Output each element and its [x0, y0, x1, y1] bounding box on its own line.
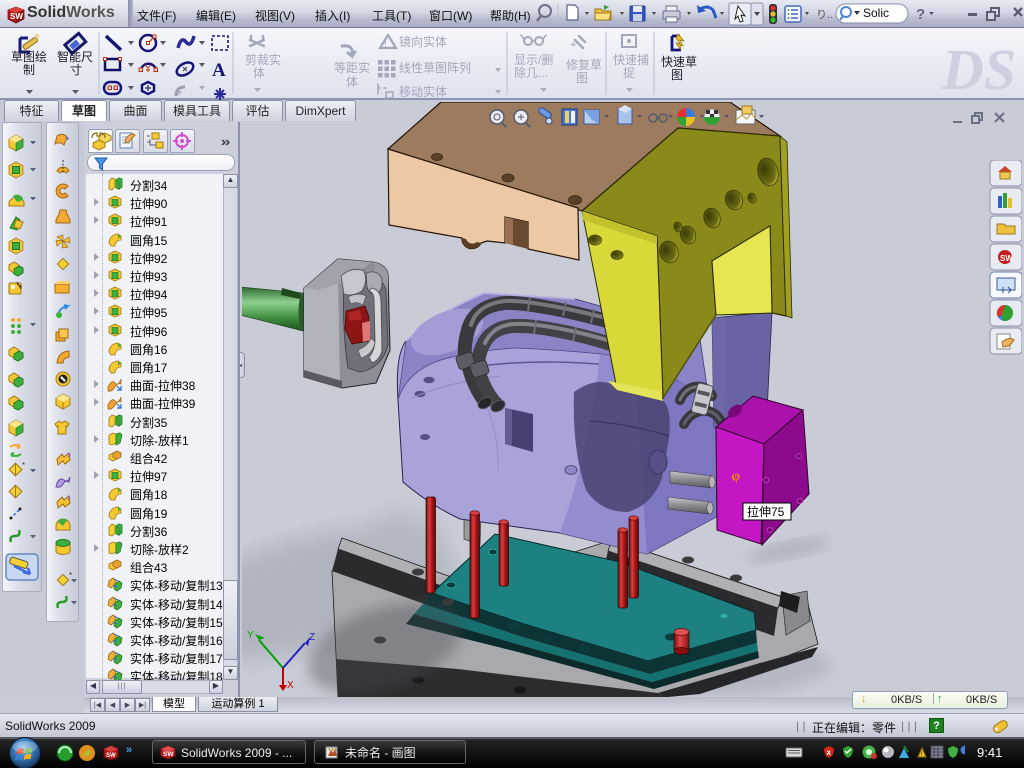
svg-text:SW: SW [10, 12, 23, 21]
svg-text:体: 体 [253, 66, 265, 80]
svg-text:+: + [570, 39, 576, 51]
svg-text:x: x [827, 748, 832, 757]
svg-text:快速捕: 快速捕 [613, 52, 649, 67]
svg-text:*: * [22, 461, 25, 470]
svg-text:SW: SW [1000, 254, 1013, 263]
svg-text:»: » [126, 744, 132, 756]
svg-text:拉伸75: 拉伸75 [747, 504, 785, 519]
svg-text:快速草: 快速草 [661, 55, 697, 69]
svg-text:A: A [212, 60, 226, 81]
svg-text:!: ! [921, 751, 923, 758]
svg-text:智能尺: 智能尺 [57, 49, 93, 64]
svg-text:SW: SW [106, 753, 116, 759]
svg-text:Z: Z [309, 632, 315, 643]
svg-text:显示/删: 显示/删 [514, 53, 553, 67]
svg-text:镜向实体: 镜向实体 [399, 34, 447, 49]
svg-text:!: ! [384, 39, 387, 50]
svg-text:线性草图阵列: 线性草图阵列 [399, 61, 471, 75]
svg-text:移动实体: 移动实体 [399, 84, 447, 99]
svg-text:制: 制 [23, 63, 35, 77]
svg-text:图: 图 [576, 71, 588, 85]
svg-text:除几...: 除几... [514, 65, 548, 80]
svg-text:り..: り.. [816, 8, 833, 21]
svg-text:Solic: Solic [863, 6, 889, 20]
svg-text:?: ? [916, 6, 925, 23]
svg-text:草图绘: 草图绘 [11, 49, 47, 64]
svg-text:等距实: 等距实 [334, 60, 370, 75]
svg-text:*: * [69, 571, 72, 580]
svg-text:剪裁实: 剪裁实 [245, 52, 281, 67]
svg-text:Y: Y [247, 630, 254, 641]
svg-text:图: 图 [671, 68, 683, 82]
svg-text:SW: SW [163, 751, 174, 758]
svg-text:寸: 寸 [70, 63, 82, 77]
svg-text:捉: 捉 [623, 65, 635, 80]
svg-text:X: X [287, 680, 294, 691]
svg-text:修复草: 修复草 [566, 57, 602, 72]
svg-text:体: 体 [346, 75, 358, 89]
